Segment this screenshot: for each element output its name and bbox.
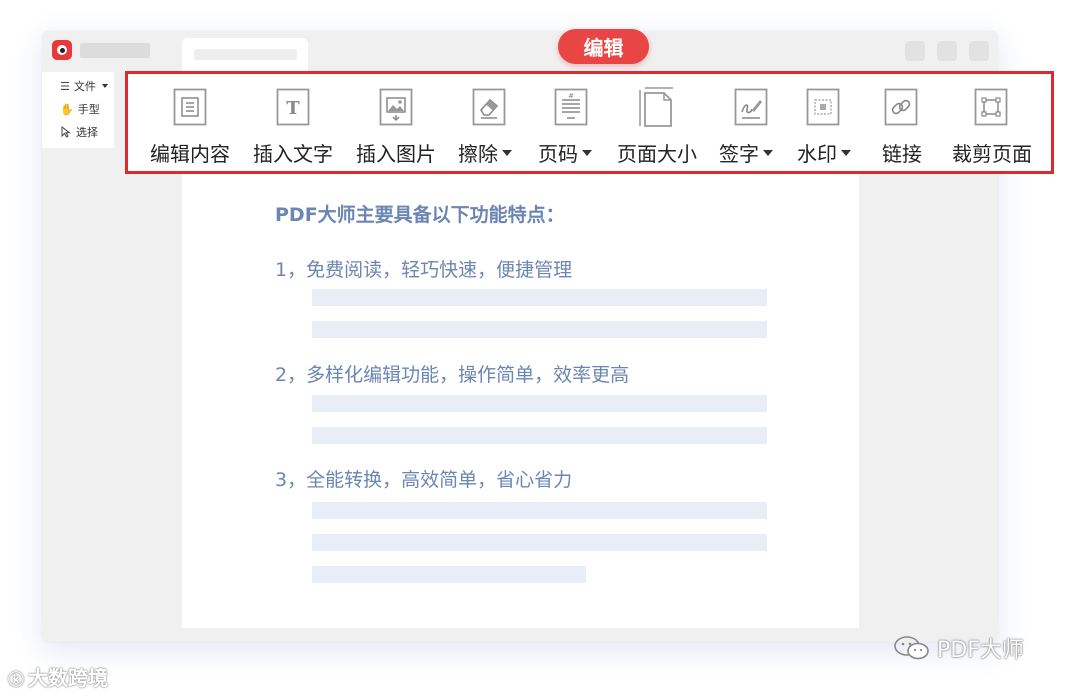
text-placeholder-line	[312, 534, 767, 551]
left-tool-panel: ☰ 文件 ✋ 手型 选择	[42, 72, 114, 148]
document-item-1: 1，免费阅读，轻巧快速，便捷管理	[275, 259, 573, 281]
minimize-button[interactable]	[905, 41, 925, 61]
insert-text-label: 插入文字	[253, 142, 333, 166]
page-number-icon: #	[554, 88, 588, 126]
svg-text:#: #	[568, 92, 574, 100]
edit-content-label: 编辑内容	[150, 142, 230, 166]
edit-toolbar: 编辑内容 T 插入文字 插入图片 擦除 # 页码 页面大小 签字 水印 链接 裁…	[125, 71, 1054, 174]
document-item-3: 3，全能转换，高效简单，省心省力	[275, 469, 573, 491]
page-number-button[interactable]: # 页码	[534, 74, 604, 171]
tab-title-placeholder	[194, 49, 297, 60]
svg-text:T: T	[286, 98, 300, 119]
hand-tool-label: 手型	[77, 103, 100, 116]
edit-content-icon	[173, 88, 207, 126]
text-placeholder-line	[312, 566, 586, 583]
edit-mode-badge[interactable]: 编辑	[558, 29, 649, 64]
select-tool[interactable]: 选择	[60, 124, 98, 140]
signature-button[interactable]: 签字	[716, 74, 786, 171]
chevron-down-icon	[582, 149, 592, 156]
edit-content-button[interactable]: 编辑内容	[145, 74, 235, 171]
insert-image-icon	[379, 88, 413, 126]
link-label: 链接	[882, 142, 922, 166]
insert-image-label: 插入图片	[356, 142, 436, 166]
menu-icon: ☰	[60, 79, 70, 93]
select-tool-label: 选择	[76, 126, 98, 139]
crop-page-icon	[974, 88, 1008, 126]
maximize-button[interactable]	[937, 41, 957, 61]
link-button[interactable]: 链接	[874, 74, 934, 171]
text-placeholder-line	[312, 395, 767, 412]
document-tab[interactable]	[182, 38, 308, 72]
document-item-2: 2，多样化编辑功能，操作简单，效率更高	[275, 364, 630, 386]
file-menu[interactable]: ☰ 文件	[60, 78, 108, 94]
text-placeholder-line	[312, 321, 767, 338]
signature-label: 签字	[719, 138, 773, 167]
watermark-label: 水印	[797, 138, 851, 167]
hand-icon: ✋	[60, 102, 74, 116]
file-menu-label: 文件	[73, 80, 96, 93]
erase-button[interactable]: 擦除	[454, 74, 524, 171]
text-placeholder-line	[312, 502, 767, 519]
text-placeholder-line	[312, 427, 767, 444]
text-placeholder-line	[312, 289, 767, 306]
hand-tool[interactable]: ✋ 手型	[60, 101, 100, 117]
watermark-left-text: 大数跨境	[28, 666, 109, 690]
watermark-logo-icon: ⓚ	[8, 670, 25, 689]
link-icon	[884, 88, 918, 126]
close-button[interactable]	[969, 41, 989, 61]
insert-text-icon: T	[276, 88, 310, 126]
watermark-icon	[806, 88, 840, 126]
chevron-down-icon	[763, 149, 773, 156]
page-size-button[interactable]: 页面大小	[612, 74, 702, 171]
watermark-left: ⓚ 大数跨境	[8, 662, 108, 691]
chevron-down-icon	[101, 84, 108, 88]
insert-image-button[interactable]: 插入图片	[351, 74, 441, 171]
crop-page-button[interactable]: 裁剪页面	[948, 74, 1038, 171]
watermark-right-text: PDF大师	[937, 638, 1024, 663]
page-number-label: 页码	[538, 138, 592, 167]
cursor-icon	[61, 126, 71, 138]
document-heading: PDF大师主要具备以下功能特点：	[275, 204, 565, 226]
watermark-button[interactable]: 水印	[794, 74, 864, 171]
wechat-icon	[894, 636, 929, 660]
signature-icon	[734, 88, 768, 126]
app-logo-icon	[52, 40, 72, 60]
app-title-placeholder	[80, 43, 150, 58]
insert-text-button[interactable]: T 插入文字	[248, 74, 338, 171]
chevron-down-icon	[502, 149, 512, 156]
chevron-down-icon	[841, 149, 851, 156]
page-size-icon	[639, 87, 673, 127]
crop-page-label: 裁剪页面	[952, 142, 1032, 166]
eraser-icon	[472, 88, 506, 126]
watermark-right: PDF大师	[893, 632, 1024, 664]
page-size-label: 页面大小	[617, 142, 697, 166]
erase-label: 擦除	[458, 138, 512, 167]
